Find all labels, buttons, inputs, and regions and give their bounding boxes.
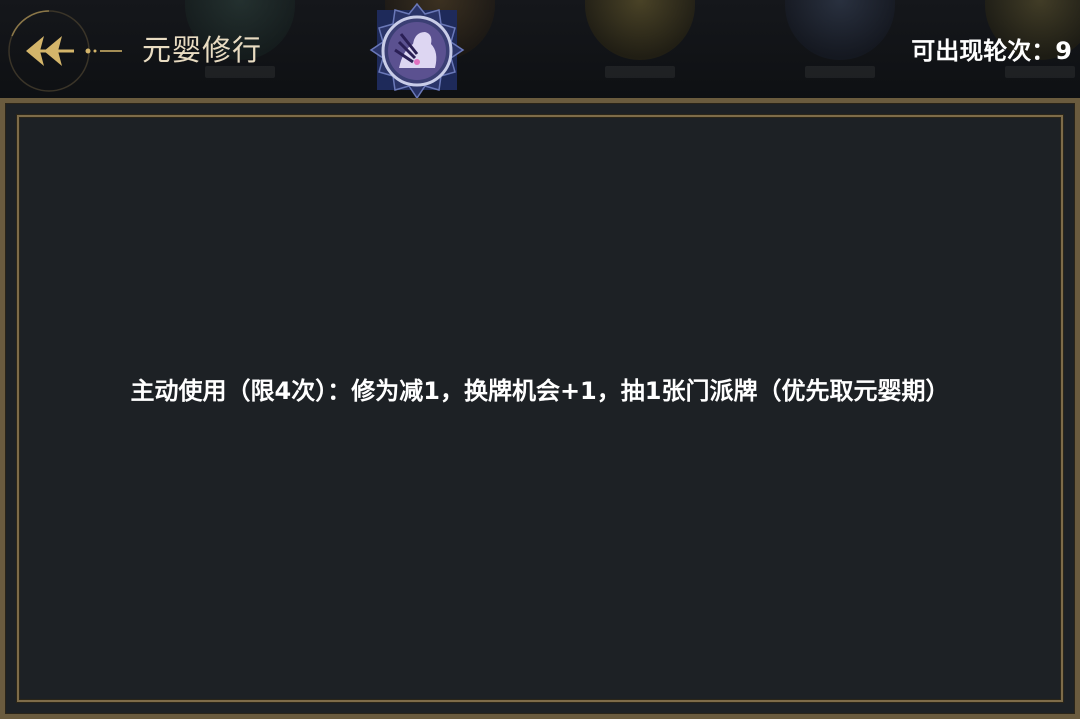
back-arrow-icon — [8, 10, 122, 92]
rounds-indicator: 可出现轮次：9 — [911, 33, 1072, 69]
rounds-value: 9 — [1055, 37, 1072, 65]
top-bar: 元婴修行 可出现轮次：9 — [0, 0, 1080, 100]
skill-emblem-icon — [369, 2, 465, 100]
background-card — [785, 0, 895, 60]
skill-description: 主动使用（限4次）：修为减1，换牌机会+1，抽1张门派牌（优先取元婴期） — [130, 377, 950, 405]
background-card — [585, 0, 695, 60]
background-card-caption — [805, 66, 875, 78]
background-card-caption — [605, 66, 675, 78]
description-panel: 主动使用（限4次）：修为减1，换牌机会+1，抽1张门派牌（优先取元婴期） — [0, 98, 1080, 719]
game-screen: 元婴修行 可出现轮次：9 主动使用（限4次）：修为减1，换牌机会+1，抽1张门派… — [0, 0, 1080, 719]
back-button[interactable] — [4, 6, 122, 96]
page-title: 元婴修行 — [142, 33, 263, 67]
rounds-label: 可出现轮次： — [911, 37, 1056, 65]
